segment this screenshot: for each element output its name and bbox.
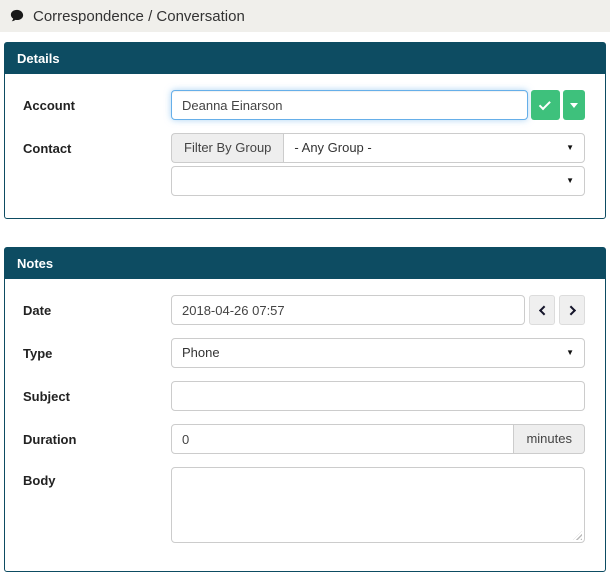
caret-down-icon: ▼ — [566, 176, 574, 185]
type-label: Type — [23, 345, 53, 361]
duration-input[interactable] — [171, 424, 515, 454]
notes-panel-heading: Notes — [5, 248, 605, 279]
details-panel: Details Account Deanna Einarson Contact … — [4, 42, 606, 219]
notes-panel-body: Date Type — [5, 279, 605, 571]
account-row: Account — [23, 90, 585, 120]
contact-label: Contact — [23, 140, 72, 156]
group-filter-select-value: - Any Group - — [294, 140, 372, 155]
type-select-value: Phone — [182, 345, 220, 360]
account-dropdown-button[interactable] — [563, 90, 585, 120]
caret-down-icon: ▼ — [566, 348, 574, 357]
subject-input[interactable] — [171, 381, 585, 411]
page: Correspondence / Conversation Details Ac… — [0, 0, 610, 583]
subject-label: Subject — [23, 388, 70, 404]
body-label: Body — [23, 473, 56, 488]
date-previous-button[interactable] — [529, 295, 555, 325]
group-filter-select[interactable]: - Any Group - ▼ — [283, 133, 585, 163]
date-row: Date — [23, 295, 585, 325]
contact-select-row: ▼ — [23, 166, 585, 196]
contact-row: Contact Filter By Group - Any Group - ▼ — [23, 133, 585, 163]
details-panel-body: Account Contact — [5, 74, 605, 218]
notes-panel: Notes Date 2018-04-26 07:57 Type Phone ▼… — [4, 247, 606, 572]
subject-row: Subject — [23, 381, 585, 411]
body-textarea[interactable] — [171, 467, 585, 543]
details-panel-heading: Details — [5, 43, 605, 74]
check-icon — [538, 98, 551, 111]
account-input[interactable] — [171, 90, 528, 120]
caret-down-icon — [570, 102, 578, 108]
speech-bubble-icon — [10, 9, 24, 23]
type-select[interactable]: Phone ▼ — [171, 338, 585, 368]
body-row: Body — [23, 467, 585, 543]
date-label: Date — [23, 302, 52, 318]
contact-select[interactable]: ▼ — [171, 166, 585, 196]
caret-down-icon: ▼ — [566, 143, 574, 152]
date-input[interactable] — [171, 295, 525, 325]
duration-row: Duration minutes — [23, 424, 585, 454]
page-titlebar: Correspondence / Conversation — [0, 0, 610, 32]
account-label: Account — [23, 97, 75, 113]
chevron-right-icon — [565, 305, 576, 315]
account-confirm-button[interactable] — [531, 90, 560, 120]
chevron-left-icon — [538, 305, 549, 315]
page-title: Correspondence / Conversation — [33, 7, 245, 25]
date-next-button[interactable] — [559, 295, 585, 325]
duration-unit-addon: minutes — [514, 424, 585, 454]
type-row: Type Phone ▼ — [23, 338, 585, 368]
filter-by-group-addon: Filter By Group — [171, 133, 284, 163]
duration-label: Duration — [23, 431, 77, 447]
